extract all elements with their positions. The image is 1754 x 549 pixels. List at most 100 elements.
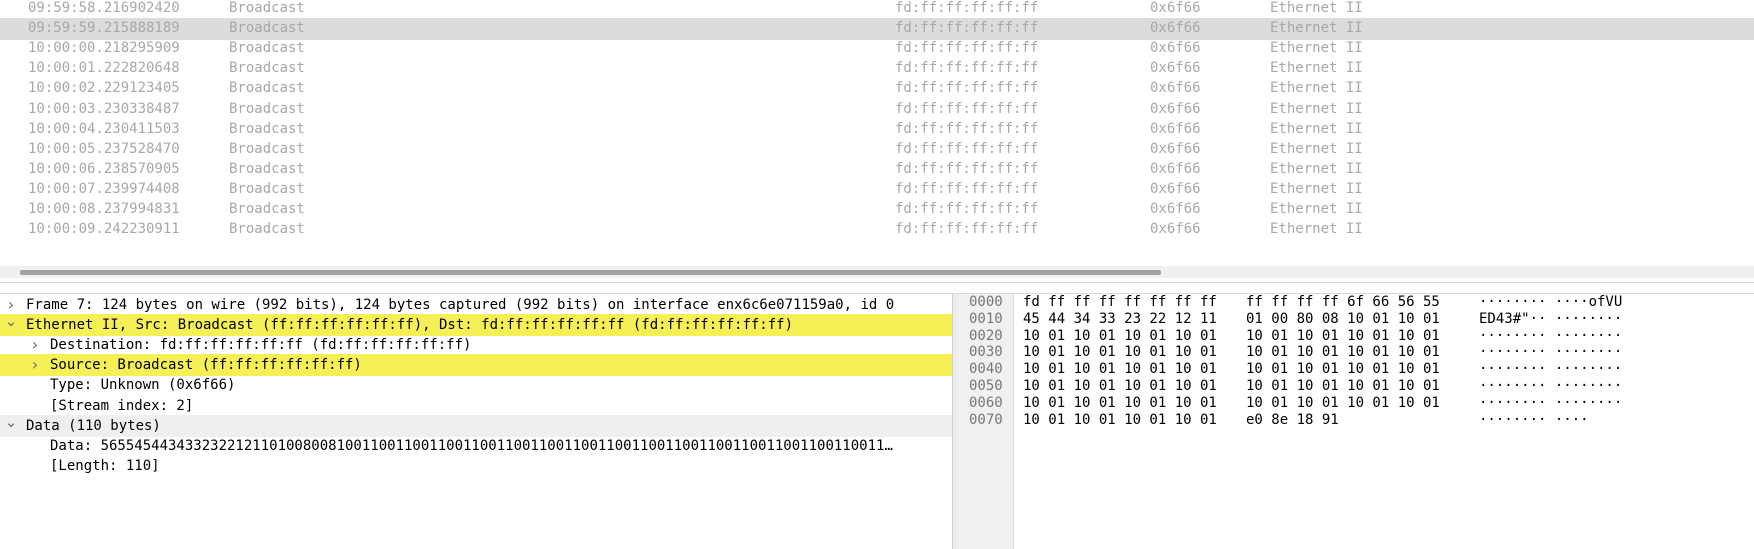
packet-protocol: 0x6f66 [1150,120,1201,137]
chevron-right-icon[interactable]: › [28,334,42,356]
packet-time: 10:00:01.222820648 [28,60,180,77]
packet-row[interactable]: 10:00:05.237528470 Broadcast fd:ff:ff:ff:f… [0,139,1754,161]
packet-protocol: 0x6f66 [1150,160,1201,177]
packet-destination: fd:ff:ff:ff:ff:ff [895,80,1039,97]
details-tree-item[interactable]: [Length: 110] [0,455,952,477]
packet-time: 10:00:06.238570905 [28,160,180,177]
packet-source: Broadcast [229,80,305,97]
details-tree-item[interactable]: [Stream index: 2] [0,395,952,417]
details-tree-label: [Length: 110] [50,457,160,474]
details-tree-label: Data: 5655454434332322121101008008100110… [50,437,893,454]
details-tree-item[interactable]: Type: Unknown (0x6f66) [0,374,952,396]
scrollbar-thumb[interactable] [20,270,1161,275]
packet-row[interactable]: 10:00:04.230411503 Broadcast fd:ff:ff:ff:f… [0,119,1754,141]
packet-row[interactable]: 10:00:01.222820648 Broadcast fd:ff:ff:ff:f… [0,58,1754,80]
packet-source: Broadcast [229,201,305,217]
packet-time: 10:00:03.230338487 [28,100,180,117]
details-tree-label: Ethernet II, Src: Broadcast (ff:ff:ff:ff… [26,317,794,334]
pane-splitter[interactable] [0,282,1754,294]
chevron-down-icon[interactable]: ⌄ [4,314,18,332]
packet-row[interactable]: 10:00:09.242230911 Broadcast fd:ff:ff:ff:f… [0,219,1754,241]
packet-row[interactable]: 09:59:59.215888189 Broadcast fd:ff:ff:ff:f… [0,18,1754,41]
packet-info: Ethernet II [1270,0,1363,16]
packet-source: Broadcast [229,140,305,157]
details-tree-label: Destination: fd:ff:ff:ff:ff:ff (fd:ff:ff… [50,337,472,354]
packet-row[interactable]: 10:00:07.239974408 Broadcast fd:ff:ff:ff:f… [0,179,1754,201]
details-tree-item[interactable]: ⌄ Data (110 bytes) [0,414,952,437]
packet-info: Ethernet II [1270,180,1363,197]
packet-destination: fd:ff:ff:ff:ff:ff [895,40,1039,57]
packet-protocol: 0x6f66 [1150,60,1201,77]
details-tree-label: Data (110 bytes) [26,417,161,434]
packet-time: 10:00:09.242230911 [28,221,180,238]
chevron-down-icon[interactable]: ⌄ [4,415,18,433]
packet-protocol: 0x6f66 [1150,221,1201,238]
packet-info: Ethernet II [1270,60,1363,77]
packet-row[interactable]: 10:00:03.230338487 Broadcast fd:ff:ff:ff:f… [0,99,1754,121]
packet-time: 10:00:07.239974408 [28,180,180,197]
hex-row[interactable]: 0070 10 01 10 01 10 01 10 01 e0 8e 18 91 ··… [957,411,1754,430]
packet-info: Ethernet II [1270,221,1363,238]
packet-time: 10:00:02.229123405 [28,80,180,97]
packet-time: 10:00:04.230411503 [28,120,180,137]
packet-protocol: 0x6f66 [1150,180,1201,197]
packet-info: Ethernet II [1270,160,1363,177]
packet-destination: fd:ff:ff:ff:ff:ff [895,120,1039,137]
details-tree-item[interactable]: › Frame 7: 124 bytes on wire (992 bits), … [0,294,952,316]
packet-source: Broadcast [229,180,305,197]
details-tree-label: Frame 7: 124 bytes on wire (992 bits), 1… [26,297,895,313]
packet-destination: fd:ff:ff:ff:ff:ff [895,140,1039,157]
packet-list-horizontal-scrollbar[interactable] [0,266,1754,278]
packet-protocol: 0x6f66 [1150,20,1201,37]
packet-row[interactable]: 09:59:58.216902420 Broadcast fd:ff:ff:ff:f… [0,0,1754,20]
packet-source: Broadcast [229,120,305,137]
details-tree-label: [Stream index: 2] [50,397,194,414]
packet-row[interactable]: 10:00:02.229123405 Broadcast fd:ff:ff:ff:f… [0,78,1754,100]
packet-bytes-pane[interactable]: 0000 fd ff ff ff ff ff ff ff ff ff ff ff 6… [957,294,1754,549]
chevron-right-icon[interactable]: › [4,294,18,316]
packet-time: 10:00:05.237528470 [28,140,180,157]
packet-details-tree[interactable]: › Frame 7: 124 bytes on wire (992 bits), … [0,294,952,549]
hex-bytes: e0 8e 18 91 [1246,411,1339,428]
packet-row[interactable]: 10:00:08.237994831 Broadcast fd:ff:ff:ff:f… [0,199,1754,221]
packet-time: 10:00:00.218295909 [28,40,180,57]
packet-info: Ethernet II [1270,201,1363,217]
packet-source: Broadcast [229,40,305,57]
packet-destination: fd:ff:ff:ff:ff:ff [895,0,1039,16]
hex-offset: 0070 [969,411,1003,428]
packet-destination: fd:ff:ff:ff:ff:ff [895,221,1039,238]
packet-info: Ethernet II [1270,20,1363,37]
details-tree-label: Source: Broadcast (ff:ff:ff:ff:ff:ff) [50,357,362,374]
details-tree-item[interactable]: › Destination: fd:ff:ff:ff:ff:ff (fd:ff:f… [0,334,952,356]
packet-info: Ethernet II [1270,40,1363,57]
packet-list[interactable]: 09:59:58.216902420 Broadcast fd:ff:ff:ff:f… [0,0,1754,266]
packet-time: 09:59:59.215888189 [28,20,180,37]
packet-source: Broadcast [229,100,305,117]
packet-info: Ethernet II [1270,120,1363,137]
packet-destination: fd:ff:ff:ff:ff:ff [895,180,1039,197]
packet-protocol: 0x6f66 [1150,80,1201,97]
packet-protocol: 0x6f66 [1150,100,1201,117]
packet-time: 09:59:58.216902420 [28,0,180,16]
details-tree-item[interactable]: Data: 5655454434332322121101008008100110… [0,435,952,457]
chevron-right-icon[interactable]: › [28,354,42,376]
packet-info: Ethernet II [1270,100,1363,117]
packet-destination: fd:ff:ff:ff:ff:ff [895,100,1039,117]
packet-source: Broadcast [229,221,305,238]
details-tree-item[interactable]: › Source: Broadcast (ff:ff:ff:ff:ff:ff) [0,354,952,377]
packet-row[interactable]: 10:00:00.218295909 Broadcast fd:ff:ff:ff:f… [0,38,1754,60]
packet-source: Broadcast [229,160,305,177]
packet-destination: fd:ff:ff:ff:ff:ff [895,20,1039,37]
packet-source: Broadcast [229,20,305,37]
packet-destination: fd:ff:ff:ff:ff:ff [895,201,1039,217]
packet-protocol: 0x6f66 [1150,140,1201,157]
packet-destination: fd:ff:ff:ff:ff:ff [895,160,1039,177]
hex-bytes: 10 01 10 01 10 01 10 01 [1023,411,1217,428]
packet-destination: fd:ff:ff:ff:ff:ff [895,60,1039,77]
packet-source: Broadcast [229,0,305,16]
packet-row[interactable]: 10:00:06.238570905 Broadcast fd:ff:ff:ff:f… [0,159,1754,181]
packet-time: 10:00:08.237994831 [28,201,180,217]
packet-protocol: 0x6f66 [1150,0,1201,16]
details-tree-label: Type: Unknown (0x6f66) [50,377,236,394]
details-tree-item[interactable]: ⌄ Ethernet II, Src: Broadcast (ff:ff:ff:f… [0,314,952,337]
